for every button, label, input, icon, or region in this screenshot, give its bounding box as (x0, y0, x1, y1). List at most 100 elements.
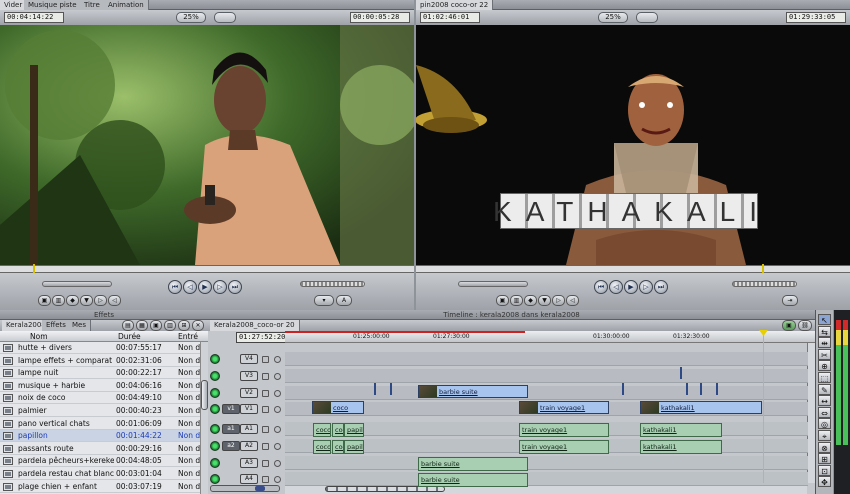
clip-coco-v1[interactable]: coco (312, 401, 364, 414)
ripple-tool-icon[interactable]: ⇹ (818, 337, 831, 349)
browser-large-icon-button[interactable]: ▣ (150, 320, 162, 331)
viewer-shuttle-slider[interactable] (42, 281, 112, 287)
browser-row[interactable]: pardela pêcheurs+kereke 00:04:48:05 Non d (0, 455, 204, 468)
track-visibility-icon[interactable] (210, 388, 220, 398)
viewer-add-marker-button[interactable]: ▼ (80, 295, 93, 306)
track-lane-v3[interactable] (285, 369, 808, 383)
timeline-ruler[interactable]: 01:25:00:00 01:27:30:00 01:30:00:00 01:3… (285, 331, 815, 343)
viewer-tab-title[interactable]: Titre (80, 0, 105, 10)
track-dest-v4[interactable]: V4 (240, 354, 258, 364)
viewer-add-keyframe-button[interactable]: ◆ (66, 295, 79, 306)
viewer-mark-out-button[interactable]: ◁ (108, 295, 121, 306)
clip-train-voyage-a1[interactable]: train voyage1 (519, 423, 609, 437)
viewer-match-frame-button[interactable]: ▣ (38, 295, 51, 306)
viewer-duration-timecode[interactable]: 00:04:14:22 (4, 12, 64, 23)
lock-icon[interactable] (262, 476, 269, 483)
canvas-view-popup[interactable] (636, 12, 658, 23)
tool-tool-icon[interactable]: ⊡ (818, 464, 831, 476)
canvas-current-timecode[interactable]: 01:29:33:05 (786, 12, 846, 23)
track-dest-v2[interactable]: V2 (240, 388, 258, 398)
tool-tool-icon[interactable]: ⇔ (818, 406, 831, 418)
canvas-add-marker-button[interactable]: ▼ (538, 295, 551, 306)
source-patch-v1[interactable]: v1 (222, 404, 240, 414)
clip-papillon-a1[interactable]: papillon (344, 423, 364, 437)
track-dest-v3[interactable]: V3 (240, 371, 258, 381)
track-audible-icon[interactable] (210, 474, 220, 484)
tool-tool-icon[interactable]: ⊗ (818, 441, 831, 453)
viewer-scrubber[interactable] (0, 264, 414, 274)
browser-row[interactable]: lampe nuit 00:00:22:17 Non d (0, 367, 204, 380)
browser-list-view-button[interactable]: ▤ (122, 320, 134, 331)
browser-scroll-thumb[interactable] (201, 380, 208, 410)
browser-close-button[interactable]: ✕ (192, 320, 204, 331)
razor-tool-icon[interactable]: ✂ (818, 348, 831, 360)
canvas-next-edit-button[interactable]: ⏭ (654, 280, 668, 294)
track-audible-icon[interactable] (210, 458, 220, 468)
track-dest-v1[interactable]: V1 (240, 404, 258, 414)
track-lane-a4[interactable] (285, 472, 808, 486)
browser-row[interactable]: musique + harbie 00:04:06:16 Non d (0, 380, 204, 392)
track-visibility-icon[interactable] (210, 371, 220, 381)
clip-barbie-suite-v2[interactable]: barbie suite (418, 385, 528, 398)
canvas-play-around-button[interactable]: ▷ (639, 280, 653, 294)
track-lane-v2[interactable] (285, 386, 808, 400)
track-select-tool-icon[interactable]: ⇆ (818, 325, 831, 337)
track-dest-a3[interactable]: A3 (240, 458, 258, 468)
clip-kathakali-a2[interactable]: kathakali1 (640, 440, 722, 454)
track-dest-a2[interactable]: A2 (240, 441, 258, 451)
browser-tab-effects[interactable]: Effets (42, 320, 71, 331)
viewer-zoom-popup[interactable]: 25% (176, 12, 206, 23)
short-clip-marker[interactable] (686, 383, 688, 395)
crop-tool-icon[interactable]: ⬚ (818, 372, 831, 383)
col-name-header[interactable]: Nom (30, 331, 48, 342)
timeline-vscrollbar[interactable] (807, 343, 815, 483)
lock-icon[interactable] (262, 390, 269, 397)
canvas-scrubber[interactable] (416, 264, 850, 274)
short-clip-marker[interactable] (390, 383, 392, 395)
canvas-shuttle-slider[interactable] (458, 281, 528, 287)
col-duration-header[interactable]: Durée (118, 331, 141, 342)
short-clip-marker[interactable] (622, 383, 624, 395)
browser-row[interactable]: hutte + divers 00:07:55:17 Non d (0, 342, 204, 354)
browser-zoom-button[interactable]: ⊞ (178, 320, 190, 331)
canvas-add-keyframe-button[interactable]: ◆ (524, 295, 537, 306)
tool-tool-icon[interactable]: ⌖ (818, 430, 831, 441)
canvas-play-button[interactable]: ▶ (624, 280, 638, 294)
browser-row[interactable]: plage chien + enfant 00:03:07:19 Non d (0, 481, 204, 493)
viewer-recent-clips-button[interactable]: ▾ (314, 295, 334, 306)
canvas-play-in-out-button[interactable]: ◁ (609, 280, 623, 294)
viewer-play-around-button[interactable]: ▷ (213, 280, 227, 294)
lock-icon[interactable] (262, 443, 269, 450)
tool-tool-icon[interactable]: ✥ (818, 476, 831, 488)
viewer-play-in-out-button[interactable]: ◁ (183, 280, 197, 294)
track-audible-icon[interactable] (210, 424, 220, 434)
timeline-current-timecode[interactable]: 01:27:52:20 (236, 332, 286, 343)
viewer-next-edit-button[interactable]: ⏭ (228, 280, 242, 294)
track-lane-v4[interactable] (285, 352, 808, 366)
clip-barbie-suite-a4[interactable]: barbie suite (418, 473, 528, 487)
timeline-linking-button[interactable]: ⛓ (798, 320, 812, 331)
auto-select-icon[interactable] (274, 443, 281, 450)
viewer-view-popup[interactable] (214, 12, 236, 23)
lock-icon[interactable] (262, 356, 269, 363)
lock-icon[interactable] (262, 460, 269, 467)
tool-tool-icon[interactable]: ⊞ (818, 453, 831, 465)
short-clip-marker[interactable] (716, 383, 718, 395)
track-audible-icon[interactable] (210, 441, 220, 451)
auto-select-icon[interactable] (274, 406, 281, 413)
canvas-tab-sequence[interactable]: pin2008 coco-or 22 (416, 0, 494, 10)
viewer-prev-edit-button[interactable]: ⏮ (168, 280, 182, 294)
source-patch-a1[interactable]: a1 (222, 424, 240, 434)
canvas-prev-edit-button[interactable]: ⏮ (594, 280, 608, 294)
browser-row[interactable]: pardela restau chat blanc 00:03:01:04 Non … (0, 468, 204, 480)
browser-scrollbar[interactable] (200, 342, 208, 494)
col-in-header[interactable]: Entré (178, 331, 198, 342)
viewer-mark-in-button[interactable]: ▷ (94, 295, 107, 306)
viewer-play-button[interactable]: ▶ (198, 280, 212, 294)
track-visibility-icon[interactable] (210, 404, 220, 414)
track-visibility-icon[interactable] (210, 354, 220, 364)
canvas-mark-in-button[interactable]: ▷ (552, 295, 565, 306)
auto-select-icon[interactable] (274, 426, 281, 433)
browser-row[interactable]: pano vertical chats 00:01:06:09 Non d (0, 418, 204, 430)
auto-select-icon[interactable] (274, 460, 281, 467)
